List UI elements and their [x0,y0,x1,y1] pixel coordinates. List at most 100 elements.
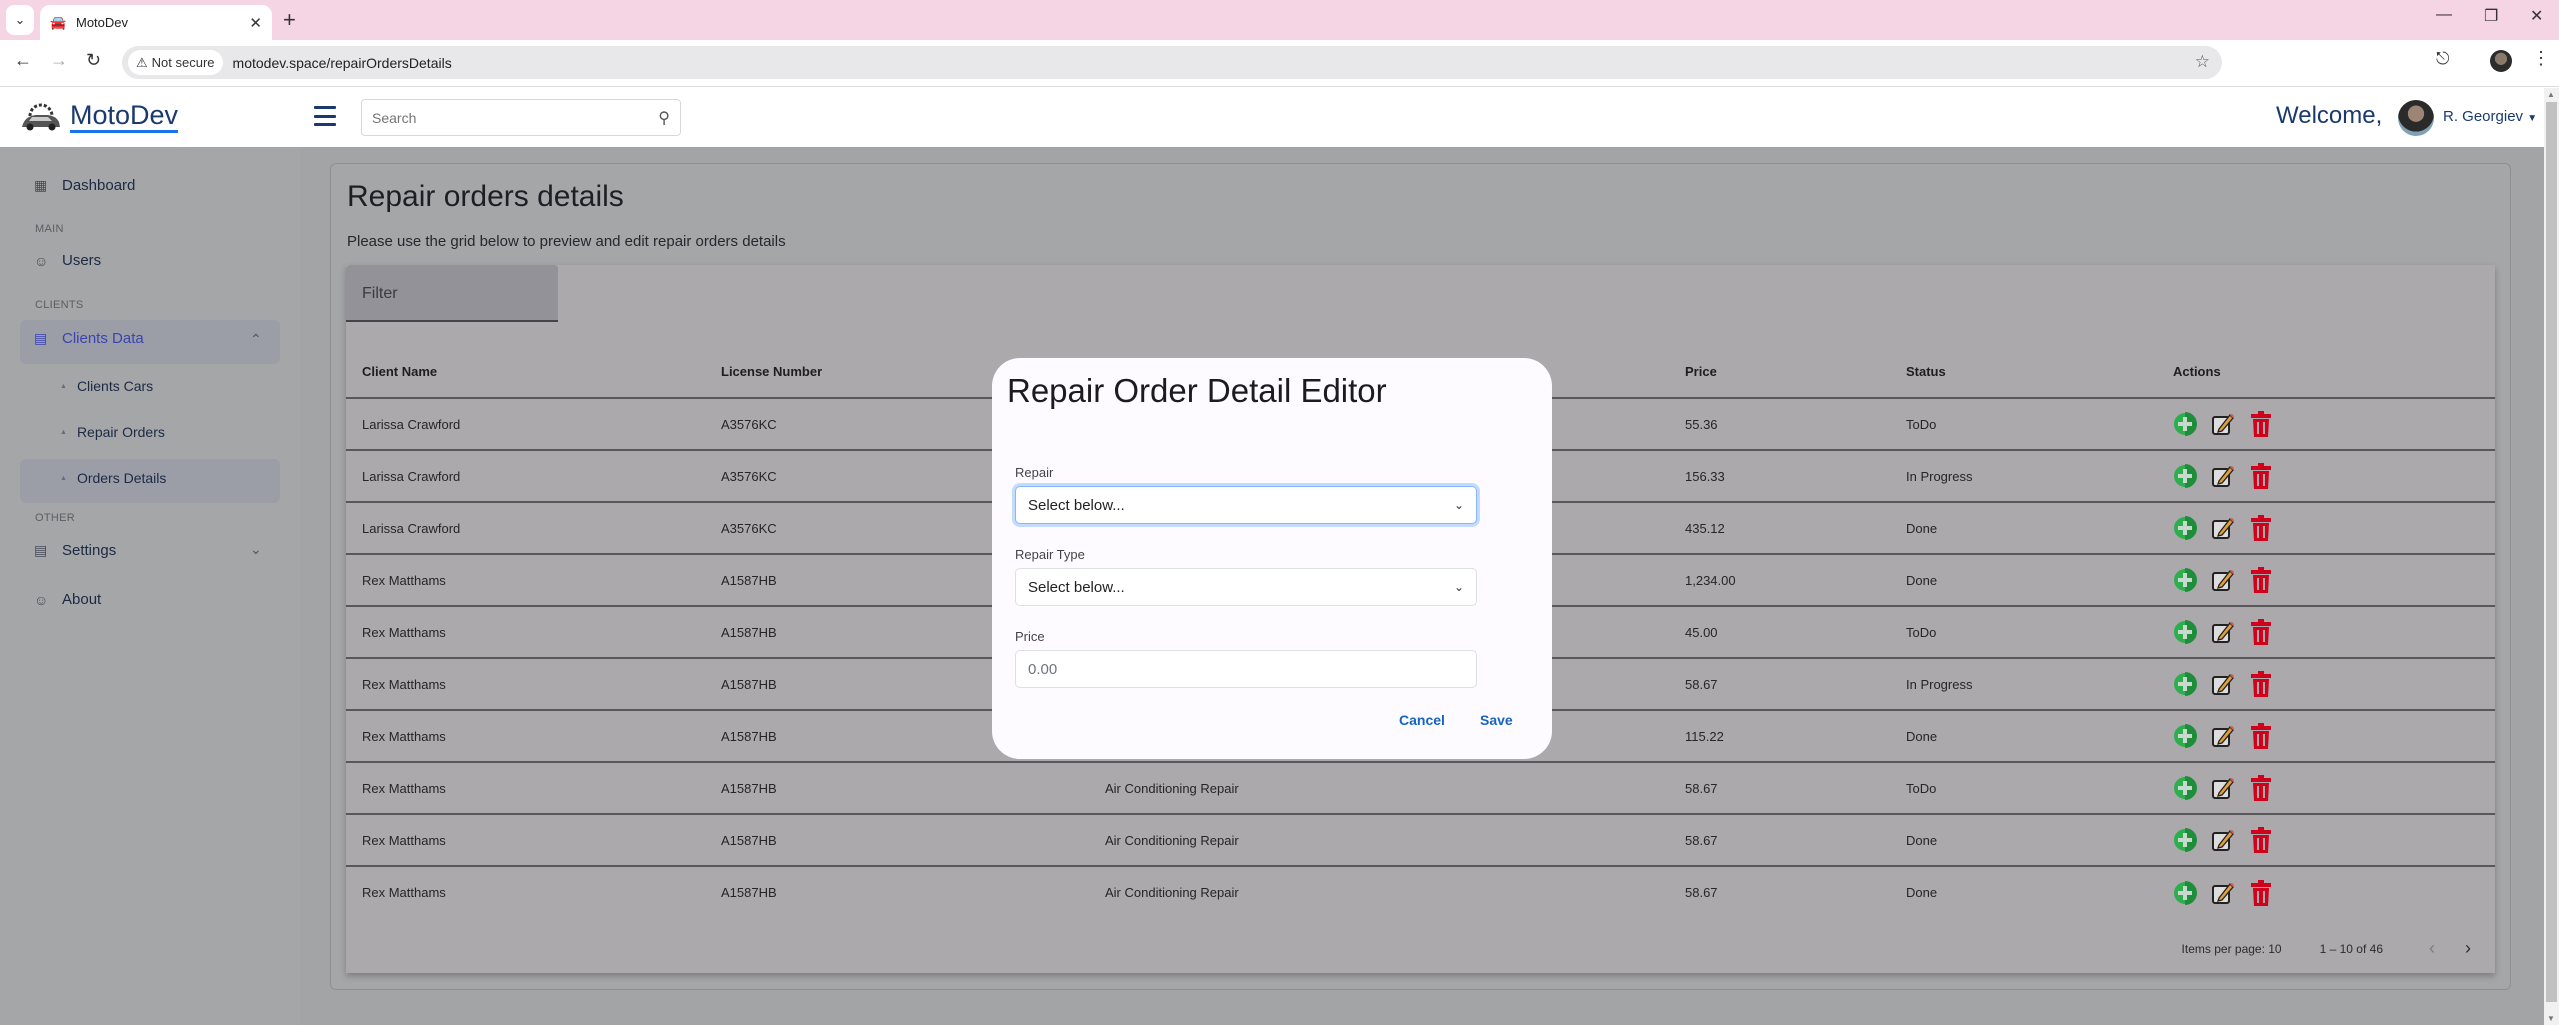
trash-icon[interactable] [2249,515,2273,541]
back-icon[interactable]: ← [14,50,32,71]
cell-actions [2157,814,2495,867]
trash-icon[interactable] [2249,463,2273,489]
chevron-down-icon: ⌄ [1453,498,1464,512]
add-circle-icon[interactable] [2173,671,2197,697]
edit-pencil-icon[interactable] [2211,619,2235,645]
tab-search-button[interactable]: ⌄ [6,5,34,35]
trash-icon[interactable] [2249,619,2273,645]
add-circle-icon[interactable] [2173,411,2197,437]
chevron-down-icon[interactable]: ⌄ [250,541,262,558]
scrollbar-thumb[interactable] [2546,102,2557,1002]
edit-pencil-icon[interactable] [2211,515,2235,541]
cell-actions [2157,450,2495,503]
row-actions [2173,619,2495,645]
sidebar-subitem-clients-cars[interactable]: ▲ Clients Cars [60,378,153,394]
edit-pencil-icon[interactable] [2211,463,2235,489]
menu-toggle-hamburger-icon[interactable] [314,106,336,126]
sidebar-item-settings[interactable]: ▤ Settings [34,542,116,559]
browser-profile-avatar[interactable] [2490,50,2512,72]
trash-icon[interactable] [2249,879,2273,906]
edit-pencil-icon[interactable] [2211,880,2235,906]
grid-icon: ▦ [34,177,48,193]
add-circle-icon[interactable] [2173,567,2197,593]
browser-tab[interactable]: 🚘 MotoDev ✕ [40,5,272,40]
bookmark-star-icon[interactable]: ☆ [2195,52,2210,72]
bullet-icon: ▲ [60,428,67,436]
trash-icon[interactable] [2249,567,2273,593]
minimize-icon[interactable]: — [2436,6,2452,24]
items-per-page[interactable]: Items per page: 10 [2182,942,2282,956]
edit-pencil-icon[interactable] [2211,671,2235,697]
forward-icon[interactable]: → [50,50,68,71]
user-avatar[interactable] [2398,100,2434,136]
url-text[interactable]: motodev.space/repairOrdersDetails [233,55,452,71]
edit-pencil-icon[interactable] [2211,567,2235,593]
cell-client-name: Larissa Crawford [346,398,705,451]
add-circle-icon[interactable] [2173,880,2197,906]
add-circle-icon[interactable] [2173,827,2197,853]
trash-icon[interactable] [2249,411,2273,437]
trash-icon[interactable] [2249,723,2273,749]
column-header-status[interactable]: Status [1890,345,2157,399]
repair-select-value: Select below... [1028,496,1125,514]
bullet-icon: ▲ [60,382,67,390]
sidebar-subitem-label: Clients Cars [76,378,154,394]
user-menu-dropdown[interactable]: R. Georgiev ▼ [2443,108,2537,125]
restore-icon[interactable]: ❐ [2484,6,2498,26]
page-scrollbar[interactable]: ▲ ▼ [2544,88,2559,1025]
cell-repair: Air Conditioning Repair [1089,762,1669,815]
edit-pencil-icon[interactable] [2211,723,2235,749]
repair-select[interactable]: Select below... ⌄ [1015,486,1477,524]
search-icon[interactable]: ⚲ [658,108,670,128]
search-input[interactable] [372,109,659,126]
add-circle-icon[interactable] [2173,723,2197,749]
edit-pencil-icon[interactable] [2211,827,2235,853]
browser-menu-icon[interactable]: ⋮ [2532,48,2550,69]
cancel-button[interactable]: Cancel [1399,712,1445,728]
scroll-down-arrow-icon[interactable]: ▼ [2547,1014,2555,1023]
close-tab-icon[interactable]: ✕ [249,14,262,32]
add-circle-icon[interactable] [2173,463,2197,489]
cell-client-name: Rex Matthams [346,710,705,763]
save-button[interactable]: Save [1480,712,1513,728]
add-circle-icon[interactable] [2173,515,2197,541]
filter-input[interactable]: Filter [346,265,558,322]
edit-pencil-icon[interactable] [2211,411,2235,437]
page-title: Repair orders details [347,180,624,213]
car-favicon-icon: 🚘 [50,14,67,30]
sidebar-subitem-orders-details[interactable]: ▲ Orders Details [60,470,166,486]
repair-type-select[interactable]: Select below... ⌄ [1015,568,1477,606]
cell-license-number: A1587HB [705,762,1089,815]
omnibox[interactable]: ⚠ Not secure motodev.space/repairOrdersD… [122,46,2222,79]
previous-page-chevron-icon[interactable]: ‹ [2429,938,2435,959]
row-actions [2173,723,2495,749]
next-page-chevron-icon[interactable]: › [2465,938,2471,959]
close-window-icon[interactable]: ✕ [2530,6,2543,26]
edit-pencil-icon[interactable] [2211,775,2235,801]
scroll-up-arrow-icon[interactable]: ▲ [2547,90,2555,99]
sidebar-item-dashboard[interactable]: ▦ Dashboard [34,177,135,194]
logo-link[interactable]: MotoDev [20,100,179,133]
sidebar-item-users[interactable]: ☺ Users [34,252,101,269]
column-header-client-name[interactable]: Client Name [346,345,705,399]
add-circle-icon[interactable] [2173,619,2197,645]
reload-icon[interactable]: ↻ [86,50,101,71]
cell-actions [2157,554,2495,607]
chevron-up-icon[interactable]: ⌃ [250,331,262,348]
trash-icon[interactable] [2249,775,2273,801]
column-header-price[interactable]: Price [1669,345,1890,399]
new-tab-button[interactable]: + [283,7,296,33]
price-input[interactable] [1028,660,1464,678]
sidebar-subitem-label: Orders Details [76,470,167,486]
sidebar-item-clients-data[interactable]: ▤ Clients Data [34,330,144,347]
cell-client-name: Rex Matthams [346,762,705,815]
security-chip[interactable]: ⚠ Not secure [128,50,223,75]
sidebar-subitem-repair-orders[interactable]: ▲ Repair Orders [60,424,165,440]
paginator: Items per page: 10 1 – 10 of 46 ‹ › [2182,938,2471,959]
trash-icon[interactable] [2249,827,2273,853]
extensions-puzzle-icon[interactable]: ⎋ [2436,49,2449,69]
sidebar-item-about[interactable]: ☺ About [34,591,101,608]
trash-icon[interactable] [2249,671,2273,697]
add-circle-icon[interactable] [2173,775,2197,801]
cell-status: Done [1890,502,2157,555]
